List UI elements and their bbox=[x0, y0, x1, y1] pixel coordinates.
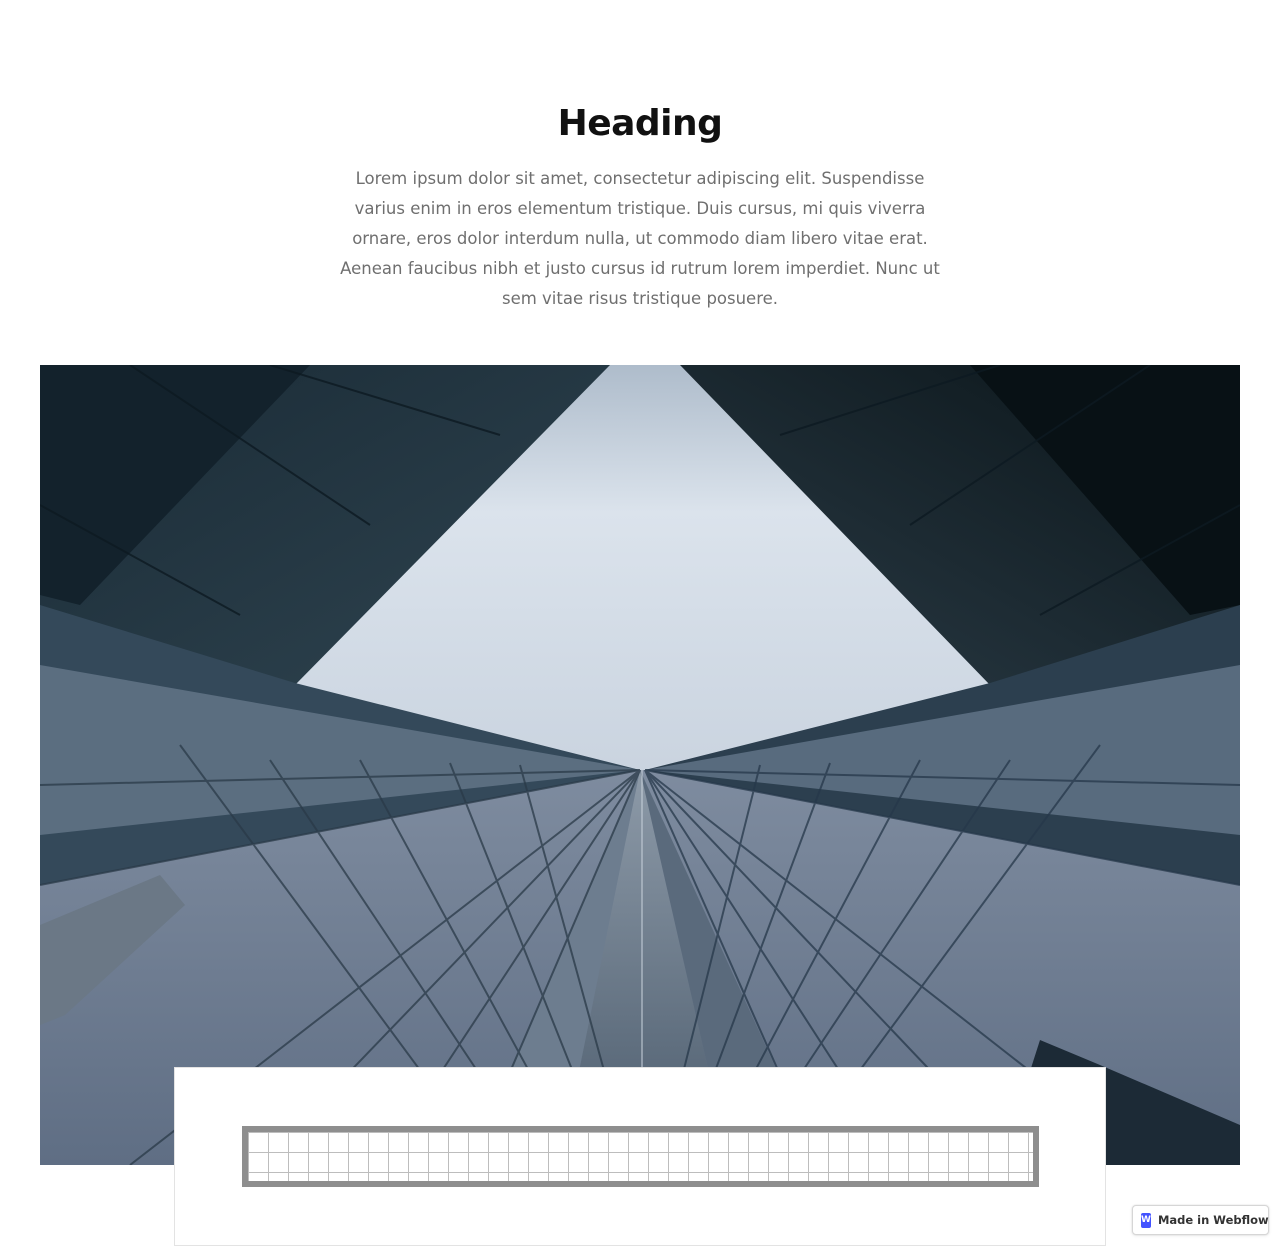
page-heading: Heading bbox=[557, 103, 723, 144]
content-card bbox=[174, 1067, 1106, 1246]
skyscraper-photo bbox=[40, 365, 1240, 1165]
hero-image bbox=[40, 365, 1240, 1165]
webflow-logo-icon: W bbox=[1141, 1212, 1151, 1228]
made-in-webflow-badge[interactable]: W Made in Webflow bbox=[1132, 1205, 1269, 1235]
page: Heading Lorem ipsum dolor sit amet, cons… bbox=[0, 0, 1280, 1246]
badge-label: Made in Webflow bbox=[1157, 1213, 1269, 1227]
intro-paragraph: Lorem ipsum dolor sit amet, consectetur … bbox=[340, 169, 940, 308]
grid-placeholder bbox=[242, 1126, 1039, 1187]
